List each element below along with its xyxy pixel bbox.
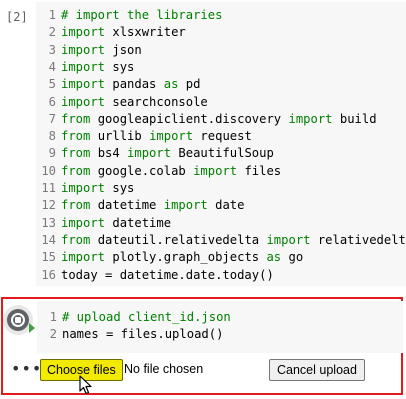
running-marker-icon	[29, 323, 35, 333]
file-status-label: No file chosen	[124, 362, 204, 376]
code-token: files	[237, 163, 282, 178]
line-number: 15	[41, 250, 56, 265]
line-number: 5	[48, 77, 56, 92]
keyword-token: import	[61, 94, 106, 109]
keyword-token: import	[61, 25, 106, 40]
cancel-upload-button[interactable]: Cancel upload	[269, 359, 365, 381]
keyword-token: import	[163, 198, 208, 213]
code-line[interactable]: 11 import sys	[36, 180, 134, 197]
code-token: json	[105, 42, 142, 57]
line-number: 2	[49, 327, 57, 342]
code-line[interactable]: 14 from dateutil.relativedelta import rel…	[36, 232, 406, 249]
code-line[interactable]: 16 today = datetime.date.today()	[36, 267, 274, 284]
code-line[interactable]: 6 import searchconsole	[36, 94, 208, 111]
line-number: 2	[48, 25, 56, 40]
line-number: 10	[41, 163, 56, 178]
code-token: relativedelta	[310, 232, 406, 247]
keyword-token: import	[61, 181, 106, 195]
more-horiz-icon[interactable]: •••	[11, 361, 42, 377]
keyword-token: import	[61, 42, 106, 57]
keyword-token: as	[266, 250, 282, 265]
code-line[interactable]: 2 import xlsxwriter	[36, 24, 186, 41]
code-token: pandas	[105, 77, 164, 92]
keyword-token: import	[193, 163, 238, 178]
line-number: 7	[48, 111, 56, 126]
keyword-token: from	[61, 163, 91, 178]
line-number: 1	[49, 310, 57, 324]
keyword-token: import	[149, 129, 194, 144]
execution-count: [2]	[6, 10, 28, 24]
line-number: 4	[48, 59, 56, 74]
line-number: 14	[41, 232, 56, 247]
code-line[interactable]: 2 names = files.upload()	[37, 326, 224, 343]
code-editor[interactable]: 1 # upload client_id.json 2 names = files.u…	[37, 301, 403, 353]
code-line[interactable]: 13 import datetime	[36, 215, 171, 232]
code-line[interactable]: 15 import plotly.graph_objects as go	[36, 249, 303, 266]
code-line[interactable]: 1 # upload client_id.json	[37, 309, 231, 326]
line-number: 12	[41, 198, 56, 213]
line-number: 9	[48, 146, 56, 161]
code-editor[interactable]: 1 # import the libraries 2 import xlsxwrite…	[36, 2, 406, 286]
code-token: dateutil.relativedelta	[90, 232, 267, 247]
line-number: 8	[48, 129, 56, 144]
code-line[interactable]: 8 from urllib import request	[36, 128, 252, 145]
comment-token: # upload client_id.json	[62, 310, 231, 324]
code-token: go	[281, 250, 304, 265]
mouse-cursor-icon	[79, 375, 92, 395]
code-line[interactable]: 9 from bs4 import BeautifulSoup	[36, 145, 274, 162]
keyword-token: import	[266, 232, 311, 247]
code-token: searchconsole	[105, 94, 208, 109]
keyword-token: from	[61, 198, 91, 213]
line-number: 13	[41, 215, 56, 230]
code-line[interactable]: 3 import json	[36, 42, 142, 59]
code-cell-upload[interactable]: 1 # upload client_id.json 2 names = files.u…	[1, 297, 403, 395]
code-line[interactable]: 5 import pandas as pd	[36, 76, 201, 93]
code-line[interactable]: 1 # import the libraries	[36, 7, 223, 24]
code-line[interactable]: 7 from googleapiclient.discovery import b…	[36, 111, 377, 128]
code-token: today = datetime.date.today()	[61, 267, 274, 282]
code-token: sys	[105, 181, 135, 195]
line-number: 3	[48, 42, 56, 57]
code-line[interactable]: 4 import sys	[36, 59, 135, 76]
code-token: request	[193, 129, 252, 144]
code-token: bs4	[90, 146, 128, 161]
keyword-token: import	[61, 59, 106, 74]
keyword-token: import	[61, 77, 106, 92]
code-token: datetime	[90, 198, 164, 213]
code-token: urllib	[90, 129, 150, 144]
keyword-token: import	[61, 215, 106, 230]
keyword-token: import	[127, 146, 172, 161]
cell-output: ••• Choose files No file chosen Cancel u…	[3, 357, 401, 395]
code-cell-imports[interactable]: [2] 1 # import the libraries 2 import xlsxw…	[0, 0, 406, 290]
code-line[interactable]: 12 from datetime import date	[36, 197, 244, 214]
comment-token: # import the libraries	[61, 8, 223, 22]
code-token: sys	[105, 59, 135, 74]
code-token: names = files.upload()	[62, 327, 224, 342]
stop-execution-icon[interactable]	[7, 309, 29, 331]
keyword-token: as	[163, 77, 179, 92]
code-token: googleapiclient.discovery	[90, 111, 289, 126]
keyword-token: import	[288, 111, 333, 126]
line-number: 16	[41, 267, 56, 282]
keyword-token: from	[61, 232, 91, 247]
line-number: 11	[41, 181, 56, 195]
code-token: xlsxwriter	[105, 25, 186, 40]
line-number: 6	[48, 94, 56, 109]
code-token: plotly.graph_objects	[105, 250, 267, 265]
code-token: datetime	[105, 215, 172, 230]
code-line[interactable]: 10 from google.colab import files	[36, 163, 281, 180]
code-token: date	[207, 198, 245, 213]
code-token: build	[332, 111, 377, 126]
line-number: 1	[48, 8, 56, 22]
keyword-token: import	[61, 250, 106, 265]
keyword-token: from	[61, 129, 91, 144]
keyword-token: from	[61, 146, 91, 161]
code-token: BeautifulSoup	[171, 146, 274, 161]
code-token: google.colab	[90, 163, 194, 178]
keyword-token: from	[61, 111, 91, 126]
code-token: pd	[178, 77, 201, 92]
